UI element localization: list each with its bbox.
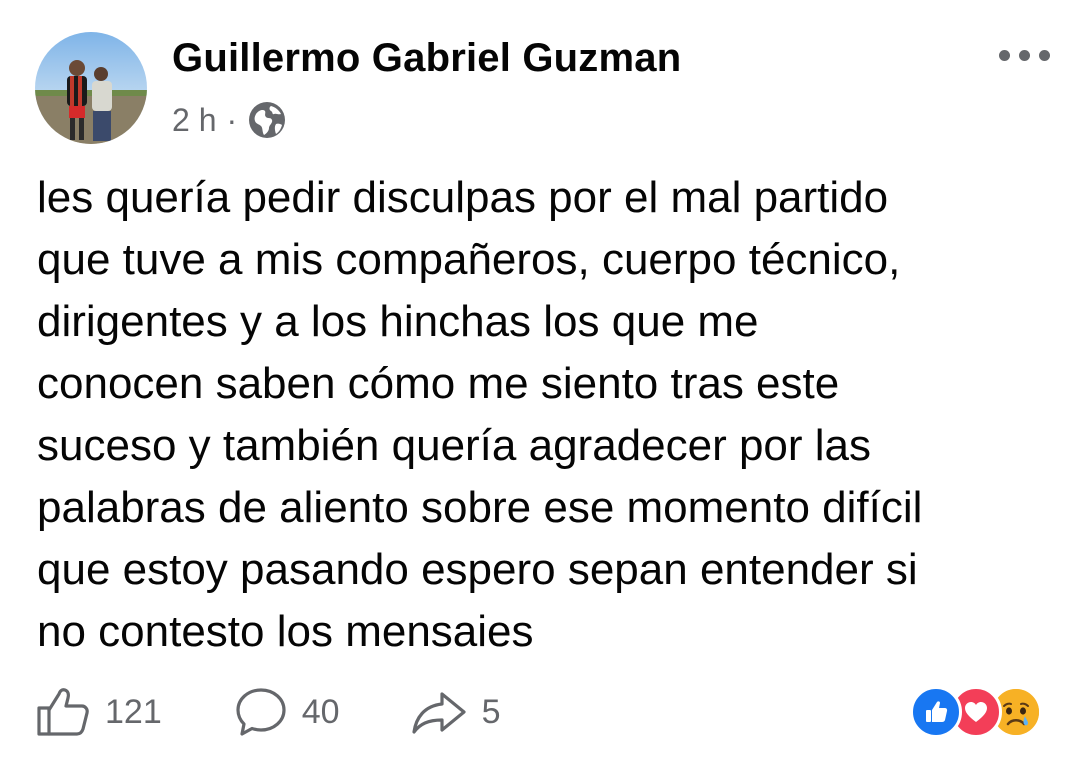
globe-icon[interactable]	[247, 100, 287, 140]
post-actions: 121 40 5	[35, 684, 500, 740]
author-avatar[interactable]	[35, 32, 147, 144]
meta-separator: ·	[226, 101, 238, 138]
like-button[interactable]: 121	[35, 686, 162, 738]
more-dot	[1019, 49, 1030, 61]
facebook-post: Guillermo Gabriel Guzman 2 h · les querí…	[0, 0, 1080, 770]
more-dot	[1039, 49, 1050, 61]
avatar-photo	[35, 32, 147, 144]
comment-icon	[236, 688, 286, 736]
post-meta: 2 h ·	[172, 98, 287, 142]
author-name[interactable]: Guillermo Gabriel Guzman	[172, 36, 681, 81]
like-count: 121	[105, 692, 162, 731]
comment-count: 40	[301, 692, 340, 731]
reactions-summary[interactable]	[910, 686, 1050, 738]
share-count: 5	[481, 692, 501, 731]
share-button[interactable]: 5	[410, 688, 501, 736]
thumbs-up-icon	[37, 688, 89, 736]
share-arrow-icon	[411, 692, 466, 734]
comment-button[interactable]: 40	[234, 686, 340, 738]
post-text: les quería pedir disculpas por el mal pa…	[37, 173, 923, 656]
more-horizontal-icon[interactable]	[999, 40, 1050, 70]
post-timestamp[interactable]: 2 h	[172, 102, 216, 139]
more-dot	[999, 49, 1010, 61]
like-reaction-icon	[910, 686, 962, 738]
